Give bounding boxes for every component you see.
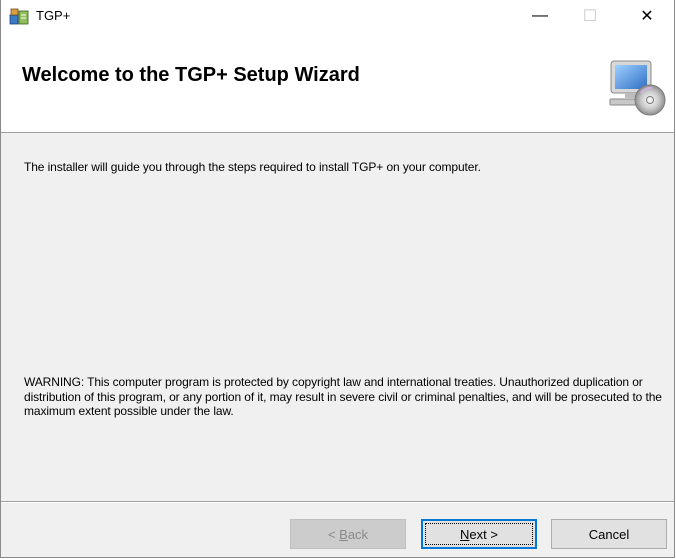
- button-divider: [1, 501, 674, 503]
- minimize-icon: —: [532, 6, 548, 24]
- title-bar[interactable]: TGP+ — ☐ ✕: [1, 0, 674, 31]
- back-label-accel: B: [339, 526, 348, 542]
- maximize-button[interactable]: ☐: [567, 0, 613, 31]
- back-button[interactable]: < Back: [290, 519, 406, 549]
- maximize-icon: ☐: [582, 7, 598, 25]
- setup-wizard-window: TGP+ — ☐ ✕ Welcome to the TGP+ Setup Wiz…: [0, 0, 675, 558]
- back-label-rest: ack: [347, 526, 369, 542]
- close-button[interactable]: ✕: [624, 0, 670, 31]
- page-title: Welcome to the TGP+ Setup Wizard: [22, 64, 360, 86]
- close-icon: ✕: [640, 7, 654, 25]
- intro-text: The installer will guide you through the…: [24, 160, 481, 174]
- cancel-button[interactable]: Cancel: [551, 519, 667, 549]
- focus-rect: [425, 523, 533, 545]
- installer-app-icon: [9, 8, 29, 25]
- window-title: TGP+: [36, 8, 71, 23]
- copyright-warning: WARNING: This computer program is protec…: [24, 375, 662, 418]
- computer-with-cd-icon: [609, 60, 666, 116]
- header-banner: Welcome to the TGP+ Setup Wizard: [1, 31, 674, 133]
- cancel-label: Cancel: [588, 526, 630, 542]
- minimize-button[interactable]: —: [517, 0, 563, 31]
- next-button[interactable]: Next >: [421, 519, 537, 549]
- back-label-prefix: <: [327, 526, 340, 542]
